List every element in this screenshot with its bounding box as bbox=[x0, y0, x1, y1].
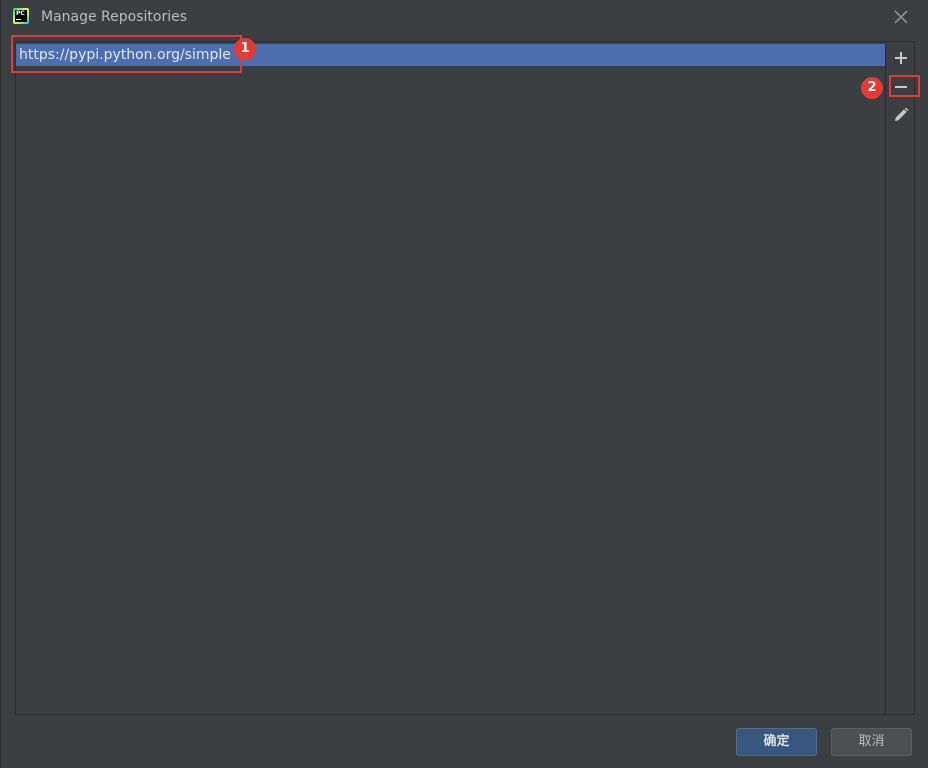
edit-button[interactable] bbox=[890, 104, 912, 126]
list-toolbar bbox=[886, 41, 915, 715]
repository-list[interactable]: https://pypi.python.org/simple bbox=[15, 41, 886, 715]
title-bar: PC Manage Repositories bbox=[1, 0, 928, 34]
ok-button[interactable]: 确定 bbox=[736, 728, 817, 756]
cancel-button[interactable]: 取消 bbox=[831, 728, 912, 756]
plus-icon bbox=[895, 52, 907, 64]
remove-button[interactable] bbox=[890, 76, 912, 98]
annotation-badge-1: 1 bbox=[234, 38, 256, 60]
list-item[interactable]: https://pypi.python.org/simple bbox=[16, 44, 885, 66]
dialog-title: Manage Repositories bbox=[41, 9, 188, 25]
close-button[interactable] bbox=[889, 5, 913, 29]
manage-repositories-dialog: PC Manage Repositories https://pypi.pyth… bbox=[0, 0, 928, 768]
pycharm-icon: PC bbox=[13, 8, 29, 24]
annotation-badge-2: 2 bbox=[861, 77, 883, 99]
add-button[interactable] bbox=[890, 47, 912, 69]
repository-url: https://pypi.python.org/simple bbox=[19, 47, 231, 63]
minus-icon bbox=[895, 86, 907, 88]
pencil-icon bbox=[895, 107, 909, 121]
close-icon bbox=[894, 10, 908, 24]
